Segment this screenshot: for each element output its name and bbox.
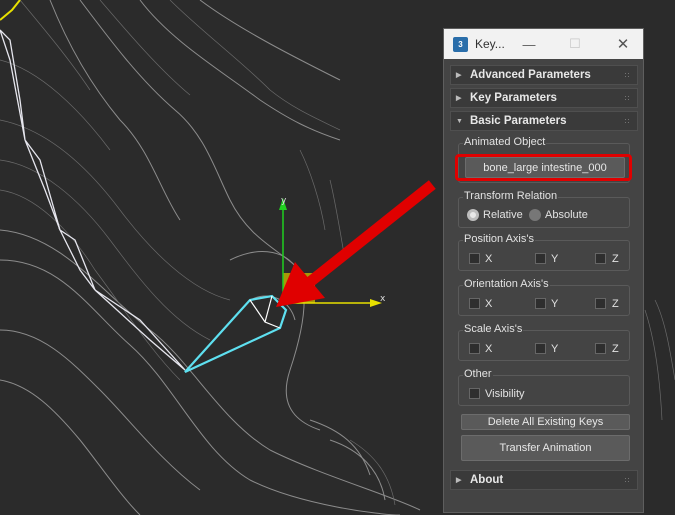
scale-z-checkbox[interactable]: [595, 343, 606, 354]
drag-grip-icon[interactable]: [624, 118, 631, 125]
minimize-button[interactable]: —: [516, 29, 542, 59]
orientation-x-label: X: [485, 298, 493, 310]
absolute-radio[interactable]: [529, 209, 541, 221]
group-title: Other: [463, 368, 493, 380]
rollout-label: Basic Parameters: [470, 115, 567, 127]
rollout-key-parameters[interactable]: ▶ Key Parameters: [450, 88, 638, 108]
other-group: Other: [458, 368, 630, 406]
rollout-label: About: [470, 474, 504, 486]
orientation-y-label: Y: [551, 298, 559, 310]
window-title: Key...: [475, 37, 505, 51]
group-title: Transform Relation: [463, 190, 559, 202]
transfer-animation-button[interactable]: Transfer Animation: [461, 435, 630, 461]
group-title: Scale Axis's: [463, 323, 524, 335]
position-z-label: Z: [612, 253, 619, 265]
position-x-label: X: [485, 253, 493, 265]
group-title: Position Axis's: [463, 233, 535, 245]
group-title: Orientation Axis's: [463, 278, 550, 290]
drag-grip-icon[interactable]: [624, 72, 631, 79]
rollout-label: Key Parameters: [470, 92, 557, 104]
relative-radio[interactable]: [467, 209, 479, 221]
gizmo-x-label: x: [380, 294, 386, 304]
key-transfer-panel[interactable]: 3 Key... — ☐ ✕ ▶ Advanced Parameters ▶ K…: [443, 28, 644, 513]
app-icon: 3: [453, 36, 468, 52]
orientation-z-checkbox[interactable]: [595, 298, 606, 309]
delete-all-keys-button[interactable]: Delete All Existing Keys: [461, 414, 630, 430]
scale-z-label: Z: [612, 343, 619, 355]
rollout-label: Advanced Parameters: [470, 69, 591, 81]
expand-arrow-icon: ▶: [456, 477, 462, 484]
panel-titlebar[interactable]: 3 Key... — ☐ ✕: [444, 29, 643, 59]
position-y-checkbox[interactable]: [535, 253, 546, 264]
position-z-checkbox[interactable]: [595, 253, 606, 264]
gizmo-y-label: y: [281, 196, 287, 206]
absolute-label: Absolute: [545, 209, 588, 221]
maximize-button[interactable]: ☐: [562, 29, 588, 59]
scale-y-label: Y: [551, 343, 559, 355]
scale-x-label: X: [485, 343, 493, 355]
position-x-checkbox[interactable]: [469, 253, 480, 264]
orientation-x-checkbox[interactable]: [469, 298, 480, 309]
drag-grip-icon[interactable]: [624, 477, 631, 484]
drag-grip-icon[interactable]: [624, 95, 631, 102]
orientation-y-checkbox[interactable]: [535, 298, 546, 309]
visibility-label: Visibility: [485, 388, 525, 400]
visibility-checkbox[interactable]: [469, 388, 480, 399]
rollout-about[interactable]: ▶ About: [450, 470, 638, 490]
relative-label: Relative: [483, 209, 523, 221]
highlight-box: [455, 154, 632, 181]
close-button[interactable]: ✕: [610, 29, 636, 59]
group-title: Animated Object: [463, 136, 547, 148]
collapse-arrow-icon: ▼: [456, 117, 463, 125]
expand-arrow-icon: ▶: [456, 72, 462, 79]
orientation-z-label: Z: [612, 298, 619, 310]
scale-y-checkbox[interactable]: [535, 343, 546, 354]
position-y-label: Y: [551, 253, 559, 265]
rollout-basic-parameters[interactable]: ▼ Basic Parameters: [450, 111, 638, 131]
annotation-arrow: [276, 180, 436, 307]
scale-x-checkbox[interactable]: [469, 343, 480, 354]
rollout-advanced-parameters[interactable]: ▶ Advanced Parameters: [450, 65, 638, 85]
expand-arrow-icon: ▶: [456, 95, 462, 102]
